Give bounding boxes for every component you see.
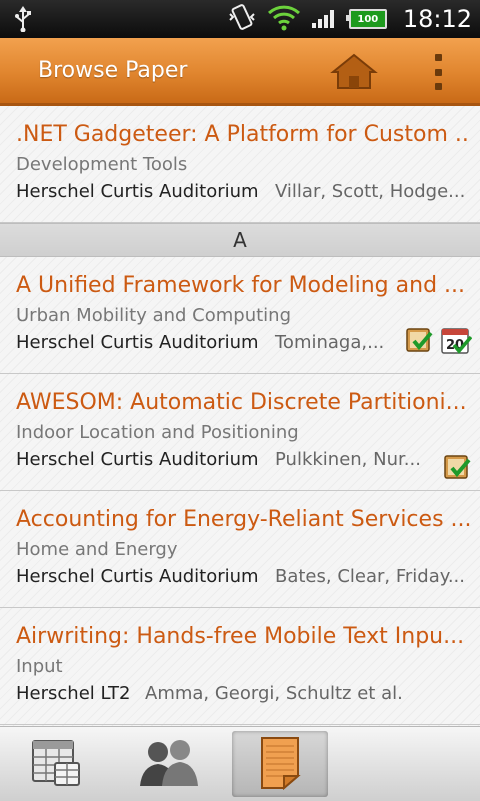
paper-session: Home and Energy — [16, 539, 178, 560]
paper-room: Herschel Curtis Auditorium — [16, 449, 259, 470]
vibrate-icon — [227, 2, 257, 36]
paper-title: .NET Gadgeteer: A Platform for Custom ..… — [16, 122, 471, 147]
papers-tab[interactable] — [232, 731, 328, 797]
paper-session: Input — [16, 656, 63, 677]
paper-list: .NET Gadgeteer: A Platform for Custom ..… — [0, 106, 480, 726]
status-bar: 100 18:12 — [0, 0, 480, 38]
paper-session: Urban Mobility and Computing — [16, 305, 291, 326]
signal-icon — [311, 5, 339, 33]
list-item[interactable]: Accounting for Energy-Reliant Services .… — [0, 491, 480, 608]
paper-authors: Amma, Georgi, Schultz et al. — [145, 683, 403, 704]
paper-room: Herschel Curtis Auditorium — [16, 566, 259, 587]
scheduled-calendar-icon: 20 — [440, 325, 473, 359]
rated-icon — [442, 452, 472, 486]
paper-authors: Tominaga,... — [275, 332, 385, 353]
overflow-menu-icon[interactable] — [428, 54, 448, 90]
paper-authors: Pulkkinen, Nur... — [275, 449, 421, 470]
paper-session: Development Tools — [16, 154, 188, 175]
paper-title: Airwriting: Hands-free Mobile Text Inpu.… — [16, 624, 465, 649]
list-item[interactable]: .NET Gadgeteer: A Platform for Custom ..… — [0, 106, 480, 223]
paper-room: Herschel Curtis Auditorium — [16, 181, 259, 202]
paper-title: A Unified Framework for Modeling and ... — [16, 273, 466, 298]
paper-room: Herschel LT2 — [16, 683, 131, 704]
rated-icon — [404, 325, 434, 359]
page-title: Browse Paper — [38, 58, 188, 83]
home-button[interactable] — [330, 52, 378, 92]
wifi-icon — [267, 3, 301, 35]
usb-icon — [14, 6, 32, 36]
schedule-grid-icon — [29, 735, 83, 793]
people-tab[interactable] — [120, 731, 216, 797]
people-icon — [136, 734, 200, 794]
list-item[interactable]: Airwriting: Hands-free Mobile Text Inpu.… — [0, 608, 480, 725]
clock: 18:12 — [402, 5, 472, 33]
home-icon — [330, 53, 378, 96]
battery-level: 100 — [357, 13, 379, 25]
battery-icon: 100 — [345, 9, 387, 29]
action-bar: Browse Paper — [0, 38, 480, 106]
list-item[interactable]: A Unified Framework for Modeling and ...… — [0, 257, 480, 374]
paper-room: Herschel Curtis Auditorium — [16, 332, 259, 353]
list-item[interactable]: AWESOM: Automatic Discrete Partitioni...… — [0, 374, 480, 491]
bottom-tab-bar — [0, 726, 480, 801]
paper-authors: Villar, Scott, Hodge... — [275, 181, 466, 202]
paper-icon — [254, 734, 306, 794]
paper-title: AWESOM: Automatic Discrete Partitioni... — [16, 390, 467, 415]
paper-title: Accounting for Energy-Reliant Services .… — [16, 507, 471, 532]
section-header: A — [0, 223, 480, 257]
paper-session: Indoor Location and Positioning — [16, 422, 299, 443]
paper-authors: Bates, Clear, Friday... — [275, 566, 466, 587]
schedule-tab[interactable] — [8, 731, 104, 797]
